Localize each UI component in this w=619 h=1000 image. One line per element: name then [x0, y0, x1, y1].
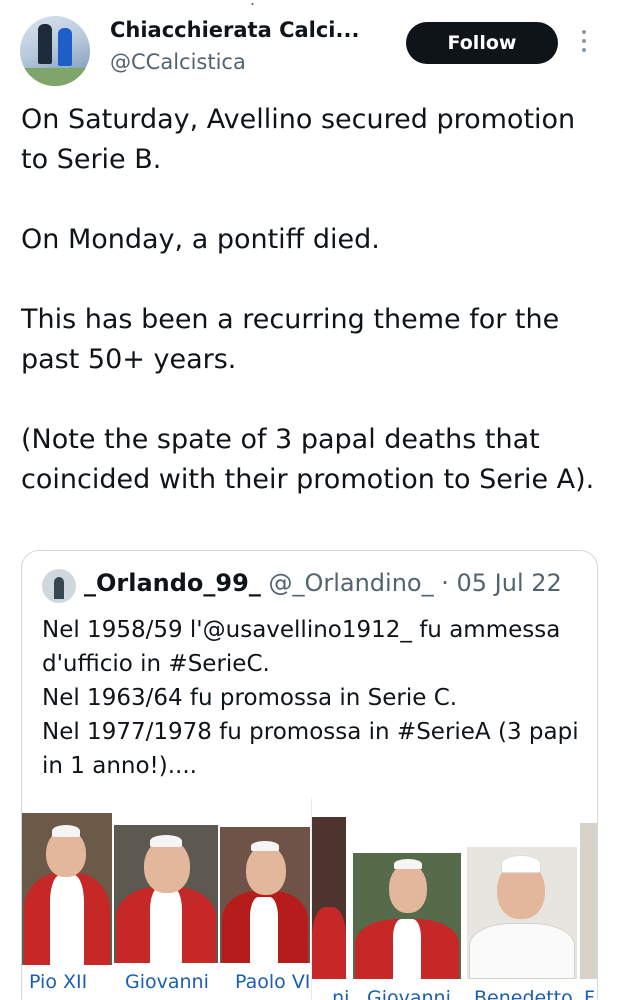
quoted-tweet-meta: _Orlando_99_ @_Orlandino_ · 05 Jul 22 [84, 569, 562, 597]
follow-button[interactable]: Follow [406, 22, 558, 64]
image-gallery[interactable]: Pio XII Giovanni Paolo VI ...ni Giovanni… [22, 797, 597, 1000]
tweet-header: Chiacchierata Calci... @CCalcistica Foll… [20, 16, 600, 86]
author-avatar[interactable] [20, 16, 90, 86]
portrait-caption[interactable]: ...ni [314, 987, 349, 1000]
tweet-paragraph: This has been a recurring theme for the … [21, 304, 560, 375]
portrait-image[interactable] [220, 827, 310, 963]
quoted-author-name[interactable]: _Orlando_99_ [84, 569, 261, 597]
portrait-caption[interactable]: Giovanni [367, 987, 451, 1000]
portrait-image[interactable] [353, 853, 461, 979]
portrait-image[interactable] [580, 823, 597, 979]
portrait-caption[interactable]: Pio XII [29, 971, 87, 993]
quoted-tweet-date[interactable]: 05 Jul 22 [457, 569, 562, 597]
quoted-line: Nel 1977/1978 fu promossa in #SerieA (3 … [42, 719, 579, 779]
quoted-author-avatar[interactable] [42, 569, 76, 603]
portrait-image[interactable] [114, 825, 218, 963]
tweet-paragraph: On Saturday, Avellino secured promotion … [21, 104, 576, 175]
quoted-tweet-body: Nel 1958/59 l'@usavellino1912_ fu ammess… [42, 613, 582, 783]
quoted-tweet-card[interactable]: _Orlando_99_ @_Orlandino_ · 05 Jul 22 Ne… [21, 550, 598, 1000]
tweet-body: On Saturday, Avellino secured promotion … [21, 100, 601, 500]
portrait-caption[interactable]: F... [584, 987, 597, 1000]
previous-content-clip: . [0, 0, 619, 6]
quoted-line: Nel 1958/59 l'@usavellino1912_ fu ammess… [42, 617, 561, 677]
portrait-image[interactable] [22, 813, 112, 965]
portrait-caption[interactable]: Giovanni [125, 971, 209, 993]
portrait-image[interactable] [312, 817, 346, 979]
author-handle[interactable]: @CCalcistica [110, 50, 246, 74]
portrait-caption[interactable]: Paolo VI [235, 971, 310, 993]
quoted-line: Nel 1963/64 fu promossa in Serie C. [42, 685, 458, 711]
author-display-name[interactable]: Chiacchierata Calci... [110, 18, 359, 42]
portrait-image[interactable] [467, 847, 577, 979]
more-options-icon[interactable] [576, 30, 592, 56]
tweet-paragraph: (Note the spate of 3 papal deaths that c… [21, 424, 595, 495]
portrait-caption[interactable]: Benedetto [474, 987, 573, 1000]
meta-separator: · [441, 569, 449, 597]
quoted-author-handle[interactable]: @_Orlandino_ [268, 569, 433, 597]
tweet-paragraph: On Monday, a pontiff died. [21, 224, 380, 255]
